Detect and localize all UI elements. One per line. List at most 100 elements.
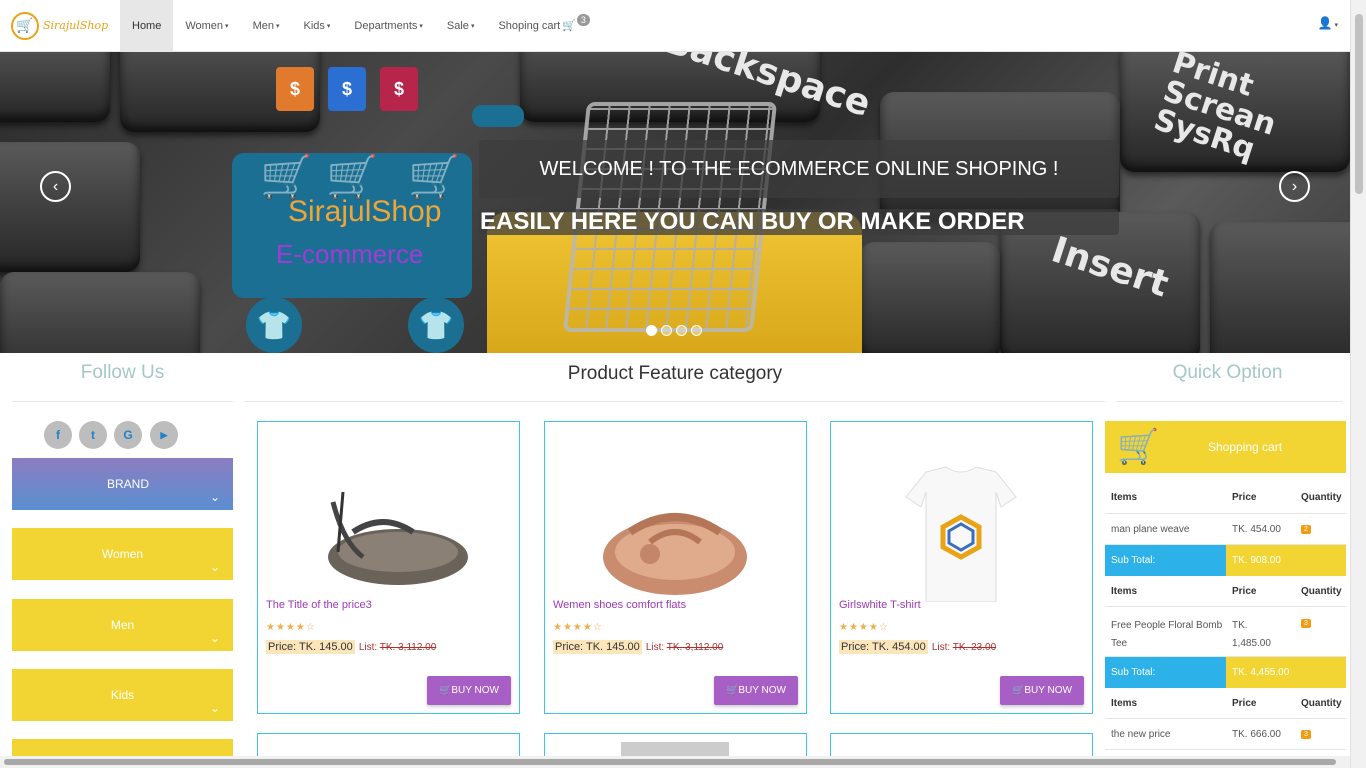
twitter-icon[interactable]: t bbox=[79, 421, 107, 449]
item-name: man plane weave bbox=[1111, 524, 1190, 535]
item-price: TK. 1,485.00 bbox=[1232, 620, 1271, 649]
nav-kids[interactable]: Kids ▾ bbox=[291, 0, 342, 52]
price-value: TK. 454.00 bbox=[871, 641, 926, 653]
cart-handle-shape bbox=[472, 105, 524, 127]
sidebar-women-button[interactable]: Women ⌄ bbox=[12, 528, 233, 580]
subtotal-label: Sub Total: bbox=[1105, 657, 1226, 688]
price-value: TK. 145.00 bbox=[585, 641, 640, 653]
chevron-left-icon: ‹ bbox=[52, 177, 59, 195]
list-price: List: TK. 3,112.00 bbox=[646, 642, 723, 653]
sidebar-kids-label: Kids bbox=[110, 688, 135, 702]
sidebar-kids-button[interactable]: Kids ⌄ bbox=[12, 669, 233, 721]
caret-down-icon: ▾ bbox=[419, 22, 423, 30]
key-label-printscreen: Print Screan SysRq bbox=[1149, 52, 1281, 168]
caret-down-icon: ▾ bbox=[326, 22, 331, 30]
product-title[interactable]: Girlswhite T-shirt bbox=[839, 599, 921, 611]
youtube-icon[interactable]: ▶ bbox=[150, 421, 178, 449]
tshirt-icon: 👕 bbox=[246, 297, 302, 353]
sidebar-brand-button[interactable]: BRAND ⌄ bbox=[12, 458, 233, 510]
quick-cart-label: Shopping cart bbox=[1208, 440, 1283, 454]
vertical-scrollbar[interactable] bbox=[1350, 0, 1366, 768]
qty-badge: 3 bbox=[1301, 619, 1311, 628]
cart-count-badge: 3 bbox=[576, 13, 590, 26]
keyboard-key bbox=[0, 142, 140, 272]
carousel-indicators bbox=[646, 325, 702, 336]
col-quantity: Quantity bbox=[1301, 698, 1342, 709]
horizontal-scrollbar-thumb[interactable] bbox=[4, 759, 1336, 765]
page: 🛒 SirajulShop Home Women ▾ Men ▾ Kids ▾ Dep… bbox=[0, 0, 1366, 768]
quick-shopping-cart-button[interactable]: 🛒 Shopping cart bbox=[1105, 421, 1346, 473]
table-row: Free People Floral Bomb Tee TK. 1,485.00… bbox=[1105, 607, 1346, 657]
nav-women[interactable]: Women ▾ bbox=[173, 0, 240, 52]
carousel-dot-3[interactable] bbox=[676, 325, 687, 336]
col-items: Items bbox=[1111, 586, 1138, 597]
table-row: man plane weave TK. 454.00 2 bbox=[1105, 514, 1346, 545]
keyboard-key bbox=[0, 52, 110, 122]
nav-sale[interactable]: Sale ▾ bbox=[435, 0, 487, 52]
carousel-dot-2[interactable] bbox=[661, 325, 672, 336]
price-label: Price: bbox=[841, 641, 870, 653]
carousel-prev-button[interactable]: ‹ bbox=[40, 171, 71, 202]
google-icon[interactable]: G bbox=[114, 421, 142, 449]
col-price: Price bbox=[1232, 492, 1257, 503]
chevron-right-icon: › bbox=[1291, 177, 1298, 195]
nav-departments-label: Departments bbox=[354, 19, 418, 32]
carousel-dot-4[interactable] bbox=[691, 325, 702, 336]
list-price: List: TK. 23.00 bbox=[932, 642, 996, 653]
brand-logo[interactable]: 🛒 SirajulShop bbox=[0, 0, 120, 52]
divider bbox=[1117, 401, 1342, 402]
nav-departments[interactable]: Departments ▾ bbox=[342, 0, 435, 52]
user-menu[interactable]: 👤 ▾ bbox=[1318, 16, 1338, 30]
product-card[interactable]: Wemen shoes comfort flats ★★★★☆ Price: T… bbox=[544, 421, 807, 714]
horizontal-scrollbar[interactable] bbox=[0, 756, 1350, 768]
chevron-down-icon: ⌄ bbox=[209, 560, 220, 574]
nav-men[interactable]: Men ▾ bbox=[241, 0, 292, 52]
product-prices: Price: TK. 454.00 List: TK. 23.00 bbox=[839, 640, 996, 654]
user-icon: 👤 bbox=[1317, 16, 1333, 30]
divider bbox=[12, 401, 233, 402]
col-price: Price bbox=[1232, 586, 1257, 597]
list-value: TK. 3,112.00 bbox=[666, 641, 724, 653]
product-title[interactable]: The Title of the price3 bbox=[266, 599, 372, 611]
buy-now-label: BUY NOW bbox=[451, 685, 499, 696]
subtotal-value: TK. 908.00 bbox=[1226, 545, 1346, 576]
price-now: Price: TK. 145.00 bbox=[266, 640, 355, 654]
subtotal-row: Sub Total: TK. 4,455.00 bbox=[1105, 657, 1346, 688]
buy-now-button[interactable]: 🛒 BUY NOW bbox=[426, 676, 511, 705]
buy-now-label: BUY NOW bbox=[1024, 685, 1072, 696]
product-image-flats bbox=[603, 513, 747, 595]
buy-now-button[interactable]: 🛒 BUY NOW bbox=[713, 676, 798, 705]
product-card[interactable]: The Title of the price3 ★★★★☆ Price: TK.… bbox=[257, 421, 520, 714]
keyboard-key bbox=[1210, 222, 1350, 353]
price-now: Price: TK. 454.00 bbox=[839, 640, 928, 654]
carousel-dot-1[interactable] bbox=[646, 325, 657, 336]
chevron-down-icon: ⌄ bbox=[209, 631, 220, 645]
col-price: Price bbox=[1232, 698, 1257, 709]
product-prices: Price: TK. 145.00 List: TK. 3,112.00 bbox=[266, 640, 436, 654]
facebook-icon[interactable]: f bbox=[44, 421, 72, 449]
table-header-row: Items Price Quantity bbox=[1105, 473, 1346, 514]
logo-subtitle: E-commerce bbox=[276, 239, 424, 269]
nav-home[interactable]: Home bbox=[120, 0, 174, 52]
subtotal-row: Sub Total: TK. 908.00 bbox=[1105, 545, 1346, 576]
product-title[interactable]: Wemen shoes comfort flats bbox=[553, 599, 686, 611]
sidebar-men-button[interactable]: Men ⌄ bbox=[12, 599, 233, 651]
vertical-scrollbar-thumb[interactable] bbox=[1355, 14, 1363, 194]
brand-name: SirajulShop bbox=[43, 19, 109, 32]
carousel-caption-order: EASILY HERE YOU CAN BUY OR MAKE ORDER bbox=[479, 209, 1119, 235]
list-label: List: bbox=[931, 641, 951, 653]
subtotal-value: TK. 4,455.00 bbox=[1226, 657, 1346, 688]
carousel-next-button[interactable]: › bbox=[1279, 171, 1310, 202]
qty-badge: 3 bbox=[1301, 730, 1311, 739]
caret-down-icon: ▾ bbox=[275, 22, 280, 30]
money-bag-icon: $ bbox=[276, 67, 314, 111]
buy-now-button[interactable]: 🛒 BUY NOW bbox=[999, 676, 1084, 705]
money-bag-icon: $ bbox=[328, 67, 366, 111]
price-label: Price: bbox=[555, 641, 584, 653]
list-price: List: TK. 3,112.00 bbox=[359, 642, 436, 653]
nav-shopping-cart[interactable]: Shoping cart 🛒 3 bbox=[486, 0, 601, 52]
table-header-row: Items Price Quantity bbox=[1105, 688, 1346, 719]
caret-down-icon: ▾ bbox=[470, 22, 475, 30]
key-label-insert: Insert bbox=[1046, 229, 1174, 306]
product-card[interactable]: Girlswhite T-shirt ★★★★☆ Price: TK. 454.… bbox=[830, 421, 1093, 714]
